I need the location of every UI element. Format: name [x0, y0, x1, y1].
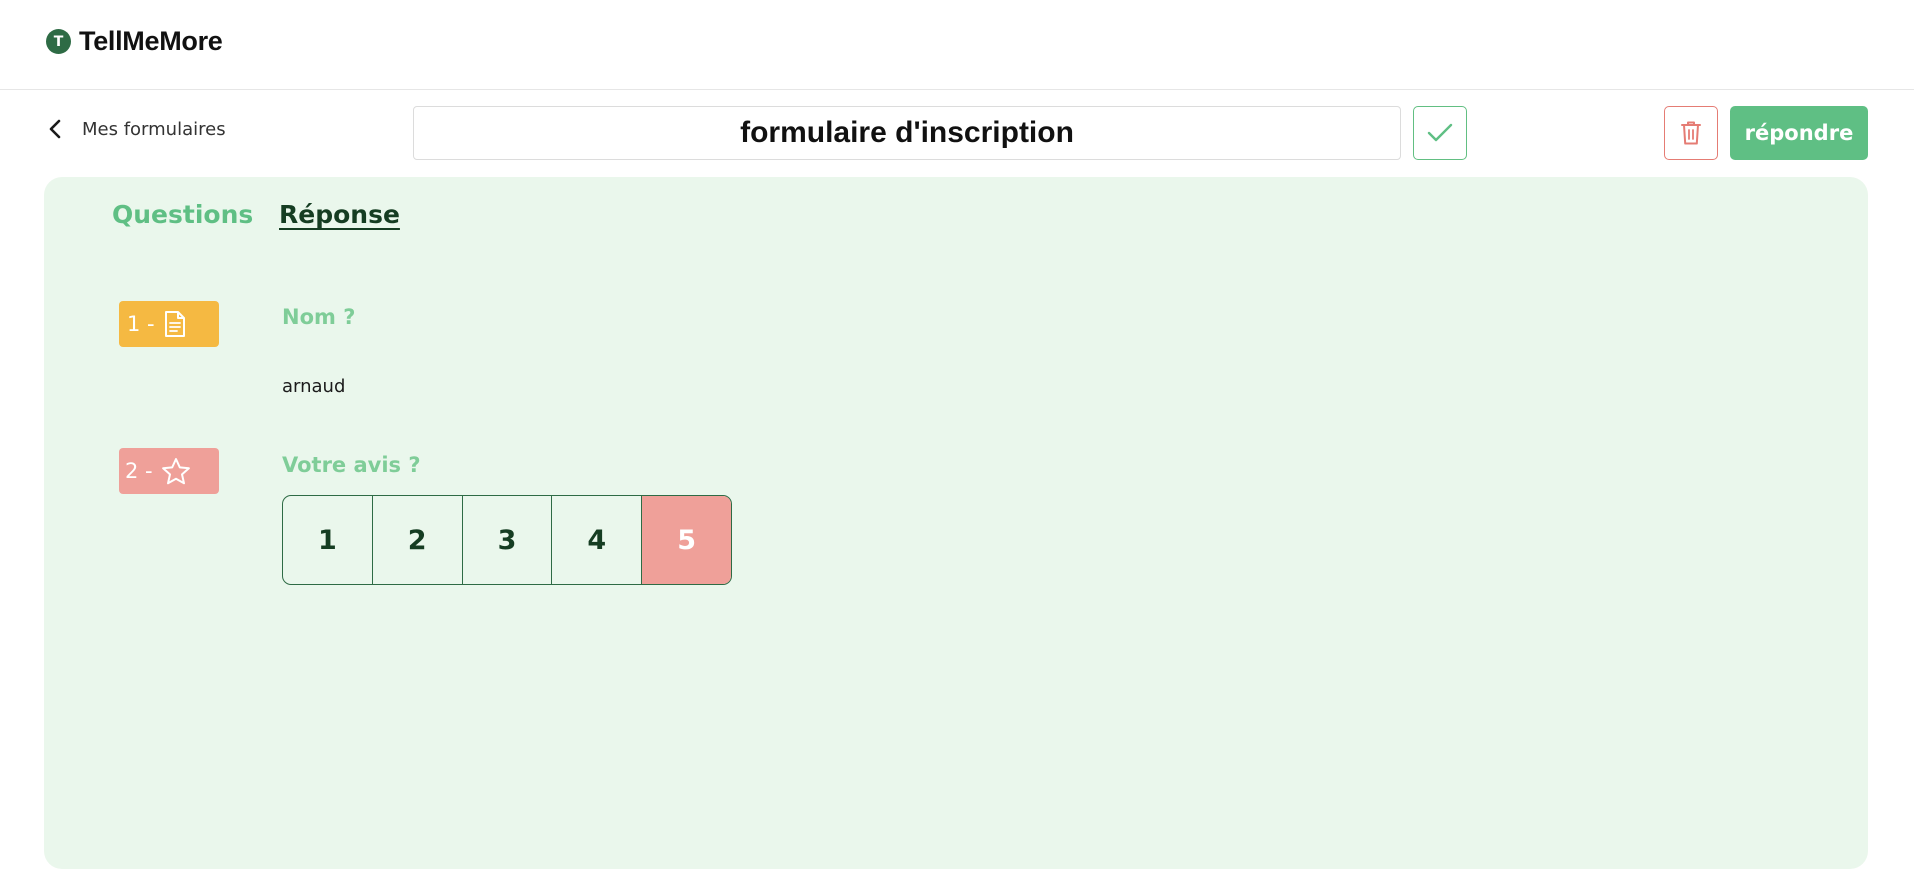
brand-logo-icon: T — [46, 29, 71, 54]
question-1-answer: arnaud — [282, 376, 346, 397]
tab-response[interactable]: Réponse — [279, 200, 400, 229]
chevron-left-icon — [49, 119, 61, 139]
form-title-input[interactable] — [413, 106, 1401, 160]
brand-name: TellMeMore — [79, 26, 223, 56]
rating-scale: 1 2 3 4 5 — [282, 495, 732, 585]
rating-option-5[interactable]: 5 — [642, 496, 731, 584]
back-link-label: Mes formulaires — [82, 118, 226, 140]
rating-option-2[interactable]: 2 — [373, 496, 463, 584]
rating-option-1[interactable]: 1 — [283, 496, 373, 584]
document-icon — [164, 311, 185, 337]
brand[interactable]: T TellMeMore — [46, 26, 223, 57]
question-1-label: Nom ? — [282, 305, 356, 329]
rating-option-4[interactable]: 4 — [552, 496, 643, 584]
question-number: 1 - — [127, 312, 155, 336]
question-2-label: Votre avis ? — [282, 453, 421, 477]
delete-form-button[interactable] — [1664, 106, 1718, 160]
trash-icon — [1681, 121, 1701, 145]
top-bar: T TellMeMore — [0, 0, 1914, 90]
answer-form-button[interactable]: répondre — [1730, 106, 1868, 160]
back-to-forms-link[interactable]: Mes formulaires — [48, 118, 226, 140]
tab-questions[interactable]: Questions — [112, 200, 253, 229]
question-1-badge: 1 - — [119, 301, 219, 347]
star-icon — [161, 457, 190, 484]
rating-option-3[interactable]: 3 — [463, 496, 553, 584]
check-icon — [1427, 123, 1453, 142]
question-2-badge: 2 - — [119, 448, 219, 494]
question-number: 2 - — [125, 459, 153, 483]
confirm-title-button[interactable] — [1413, 106, 1467, 160]
